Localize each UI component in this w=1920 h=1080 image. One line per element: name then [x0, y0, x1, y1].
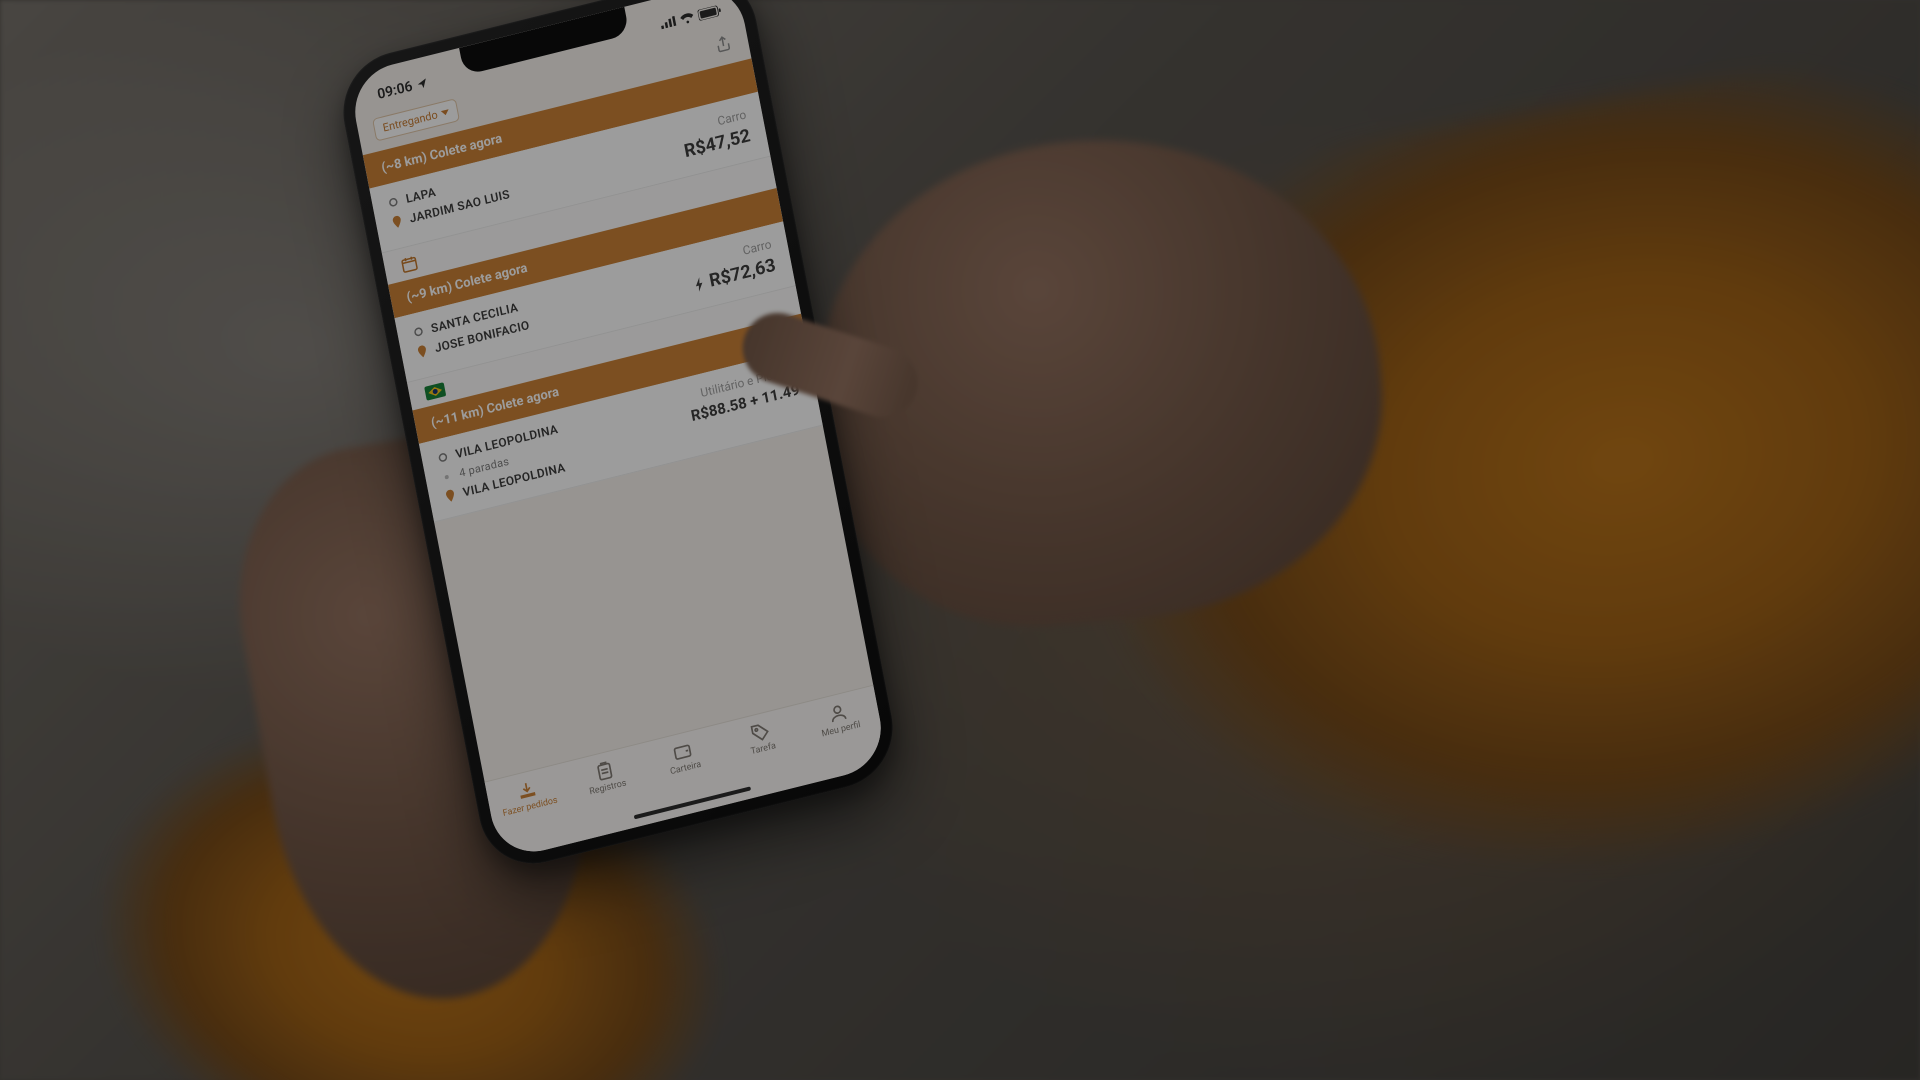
location-arrow-icon: [415, 77, 429, 92]
origin-label: LAPA: [405, 185, 437, 206]
pin-icon: [391, 215, 403, 229]
download-icon: [515, 778, 538, 802]
tag-icon: [749, 720, 772, 744]
nav-wallet[interactable]: Carteira: [642, 732, 726, 783]
circle-icon: [437, 451, 449, 463]
circle-icon: [388, 196, 400, 208]
nav-orders[interactable]: Fazer pedidos: [486, 771, 570, 822]
calendar-icon: [399, 253, 420, 275]
battery-icon: [697, 4, 722, 21]
nav-profile[interactable]: Meu perfil: [797, 694, 881, 745]
pin-icon: [416, 344, 428, 358]
share-icon[interactable]: [713, 32, 734, 54]
wifi-icon: [679, 11, 696, 25]
nav-label: Registros: [589, 778, 628, 797]
user-icon: [826, 701, 849, 725]
signal-icon: [659, 16, 676, 30]
pin-icon: [444, 489, 456, 503]
flag-br-icon: [424, 382, 446, 401]
clipboard-icon: [593, 759, 616, 783]
status-time: 09:06: [376, 78, 414, 102]
home-indicator[interactable]: [634, 786, 751, 819]
wallet-icon: [671, 740, 694, 764]
circle-icon: [441, 470, 453, 482]
bolt-icon: [693, 275, 707, 292]
circle-icon: [413, 326, 425, 338]
nav-records[interactable]: Registros: [564, 752, 648, 803]
nav-label: Meu perfil: [821, 720, 862, 739]
nav-rates[interactable]: Tarefa: [719, 713, 803, 764]
